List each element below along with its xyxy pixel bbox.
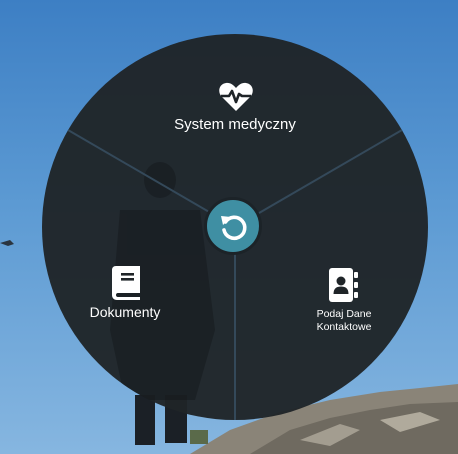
segment-label-medical: System medyczny	[174, 116, 296, 133]
address-book-icon	[329, 268, 359, 302]
book-icon	[112, 266, 142, 300]
segment-label-contact: Podaj Dane Kontaktowe	[316, 308, 372, 333]
undo-icon	[221, 215, 247, 241]
game-scene: System medyczny Dokumenty Podaj Dane Kon…	[0, 0, 458, 454]
heartbeat-icon	[218, 82, 254, 112]
segment-label-documents: Dokumenty	[89, 304, 161, 320]
back-button[interactable]	[204, 197, 262, 255]
